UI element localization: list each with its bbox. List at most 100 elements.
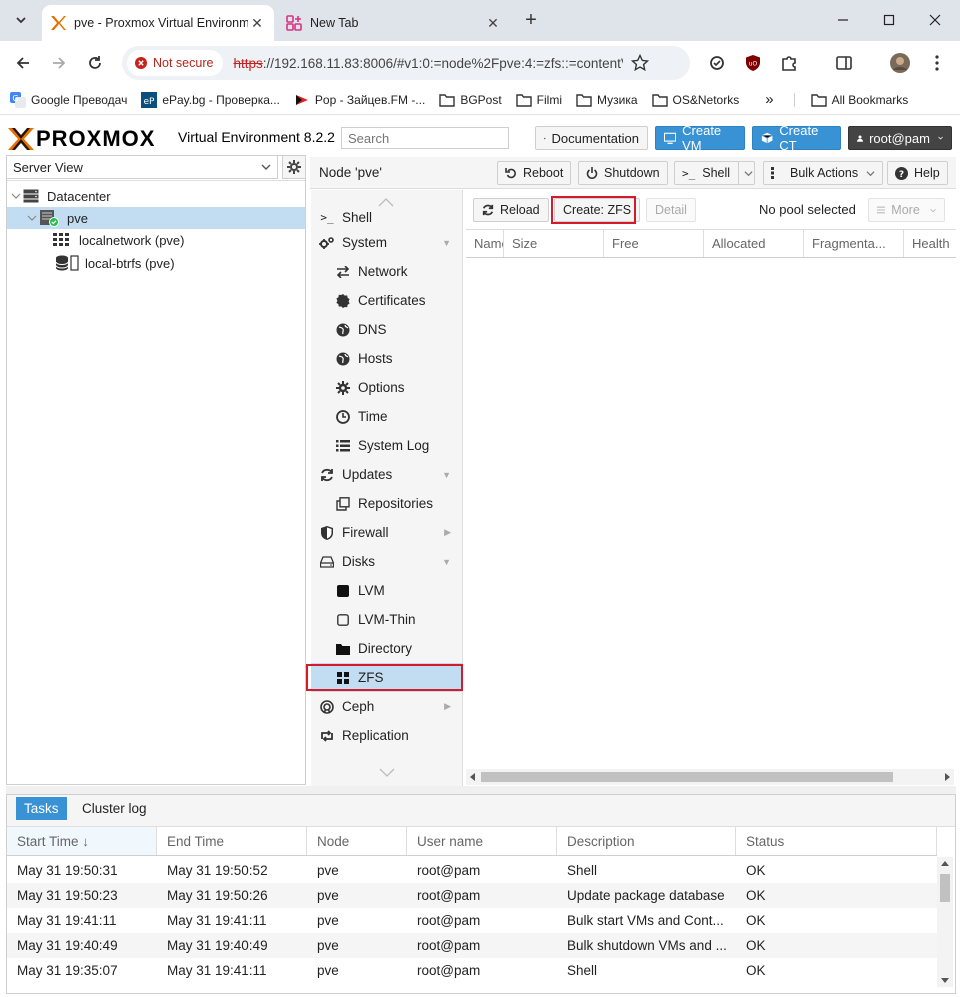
address-bar[interactable]: Not secure https://192.168.11.83:8006/#v…: [122, 46, 690, 80]
column-start-time[interactable]: Start Time ↓: [7, 827, 157, 855]
collapse-caret-icon[interactable]: ▼: [442, 470, 451, 480]
menu-item-lvm[interactable]: LVM: [311, 576, 463, 605]
shell-button[interactable]: >_ Shell: [674, 161, 755, 185]
column-size[interactable]: Size: [504, 230, 604, 257]
more-button[interactable]: More: [868, 198, 945, 222]
column-node[interactable]: Node: [307, 827, 407, 855]
user-menu-button[interactable]: root@pam: [848, 126, 952, 150]
bulk-actions-button[interactable]: Bulk Actions: [763, 161, 884, 185]
detail-button[interactable]: Detail: [646, 198, 696, 222]
bookmark-folder-bgpost[interactable]: BGPost: [439, 93, 502, 107]
expand-caret-icon[interactable]: ▶: [444, 701, 451, 712]
reload-button[interactable]: Reload: [473, 198, 549, 222]
menu-item-network[interactable]: Network: [311, 257, 463, 286]
bookmark-folder-filmi[interactable]: Filmi: [515, 93, 562, 107]
bookmark-google-translate[interactable]: G Google Преводач: [10, 91, 127, 108]
expand-caret-icon[interactable]: ▶: [444, 527, 451, 538]
column-free[interactable]: Free: [604, 230, 704, 257]
bookmark-star-icon[interactable]: [631, 54, 650, 72]
column-user-name[interactable]: User name: [407, 827, 557, 855]
scroll-left-icon[interactable]: [469, 773, 477, 781]
horizontal-scroll-thumb[interactable]: [481, 772, 893, 782]
bookmark-epay[interactable]: eP ePay.bg - Проверка...: [141, 91, 280, 108]
close-tab-icon[interactable]: ✕: [484, 15, 502, 32]
tab-cluster-log[interactable]: Cluster log: [74, 797, 155, 820]
create-ct-button[interactable]: Create CT: [752, 123, 841, 153]
forward-arrow-icon[interactable]: [45, 49, 73, 77]
bookmark-pop-zaitsev[interactable]: Pop - Зайцев.FM -...: [294, 92, 425, 108]
tree-item-datacenter[interactable]: Datacenter: [7, 185, 305, 207]
column-health[interactable]: Health: [904, 230, 956, 257]
menu-item-firewall[interactable]: Firewall ▶: [311, 518, 463, 547]
column-name[interactable]: Name: [466, 230, 504, 257]
table-row[interactable]: May 31 19:41:11 May 31 19:41:11 pve root…: [7, 908, 937, 933]
menu-item-shell[interactable]: >_ Shell: [311, 199, 463, 227]
tree-item-local-btrfs[interactable]: local-btrfs (pve): [7, 252, 305, 274]
shutdown-button[interactable]: Shutdown: [578, 161, 668, 185]
close-window-icon[interactable]: [912, 0, 958, 40]
horizontal-scrollbar[interactable]: [466, 769, 954, 785]
sync-extension-icon[interactable]: [705, 51, 729, 75]
collapse-caret-icon[interactable]: ▼: [442, 557, 451, 567]
menu-item-dns[interactable]: DNS: [311, 315, 463, 344]
menu-item-time[interactable]: Time: [311, 402, 463, 431]
column-fragmentation[interactable]: Fragmenta...: [804, 230, 904, 257]
minimize-icon[interactable]: [820, 0, 866, 40]
new-tab-plus-icon[interactable]: +: [518, 7, 544, 33]
bookmarks-overflow-icon[interactable]: »: [765, 91, 773, 108]
vertical-scroll-thumb[interactable]: [940, 874, 950, 902]
table-row[interactable]: May 31 19:35:07 May 31 19:41:11 pve root…: [7, 958, 937, 983]
shell-dropdown-arrow[interactable]: [738, 162, 758, 184]
menu-item-system-log[interactable]: System Log: [311, 431, 463, 460]
create-vm-button[interactable]: Create VM: [655, 123, 745, 153]
side-panel-icon[interactable]: [832, 51, 856, 75]
menu-item-replication[interactable]: Replication: [311, 721, 463, 750]
reboot-button[interactable]: Reboot: [497, 161, 572, 185]
vertical-scrollbar[interactable]: [937, 857, 953, 987]
menu-item-options[interactable]: Options: [311, 373, 463, 402]
table-row[interactable]: May 31 19:50:31 May 31 19:50:52 pve root…: [7, 858, 937, 883]
menu-item-disks[interactable]: Disks ▼: [311, 547, 463, 576]
menu-item-hosts[interactable]: Hosts: [311, 344, 463, 373]
close-tab-icon[interactable]: ✕: [248, 15, 266, 32]
all-bookmarks-button[interactable]: All Bookmarks: [793, 92, 908, 107]
view-selector[interactable]: Server View: [6, 155, 278, 179]
table-row[interactable]: May 31 19:50:23 May 31 19:50:26 pve root…: [7, 883, 937, 908]
scroll-down-icon[interactable]: [941, 976, 949, 984]
column-status[interactable]: Status: [736, 827, 937, 855]
table-row[interactable]: May 31 19:40:49 May 31 19:40:49 pve root…: [7, 933, 937, 958]
tab-search-button[interactable]: [8, 7, 34, 33]
bookmark-folder-osnetorks[interactable]: OS&Netorks: [651, 93, 739, 107]
browser-tab-newtab[interactable]: New Tab ✕: [278, 5, 510, 41]
tree-item-localnetwork[interactable]: localnetwork (pve): [7, 229, 305, 251]
menu-item-updates[interactable]: Updates ▼: [311, 460, 463, 489]
collapse-caret-icon[interactable]: ▼: [442, 238, 451, 248]
column-allocated[interactable]: Allocated: [704, 230, 804, 257]
scroll-right-icon[interactable]: [943, 773, 951, 781]
browser-tab-proxmox[interactable]: pve - Proxmox Virtual Environm ✕: [42, 5, 274, 41]
ublock-shield-icon[interactable]: uO: [741, 51, 765, 75]
kebab-menu-icon[interactable]: [925, 51, 949, 75]
menu-item-system[interactable]: System ▼: [311, 228, 463, 257]
menu-item-certificates[interactable]: Certificates: [311, 286, 463, 315]
maximize-icon[interactable]: [866, 0, 912, 40]
scroll-up-icon[interactable]: [941, 860, 949, 868]
back-arrow-icon[interactable]: [9, 49, 37, 77]
gear-icon[interactable]: [282, 155, 306, 179]
profile-avatar[interactable]: [888, 51, 912, 75]
menu-item-repositories[interactable]: Repositories: [311, 489, 463, 518]
help-button[interactable]: ? Help: [887, 161, 948, 185]
proxmox-logo[interactable]: PROXMOX: [8, 126, 155, 152]
column-description[interactable]: Description: [557, 827, 736, 855]
menu-item-lvm-thin[interactable]: LVM-Thin: [311, 605, 463, 634]
reload-page-icon[interactable]: [81, 49, 109, 77]
menu-scroll-down-icon[interactable]: [379, 768, 395, 778]
tab-tasks[interactable]: Tasks: [16, 797, 67, 820]
menu-item-directory[interactable]: Directory: [311, 634, 463, 663]
column-end-time[interactable]: End Time: [157, 827, 307, 855]
panel-splitter[interactable]: [6, 786, 956, 794]
extensions-puzzle-icon[interactable]: [777, 51, 801, 75]
not-secure-chip[interactable]: Not secure: [127, 50, 224, 76]
bookmark-folder-muzika[interactable]: Музика: [576, 93, 638, 107]
url-text[interactable]: https://192.168.11.83:8006/#v1:0:=node%2…: [233, 56, 623, 71]
